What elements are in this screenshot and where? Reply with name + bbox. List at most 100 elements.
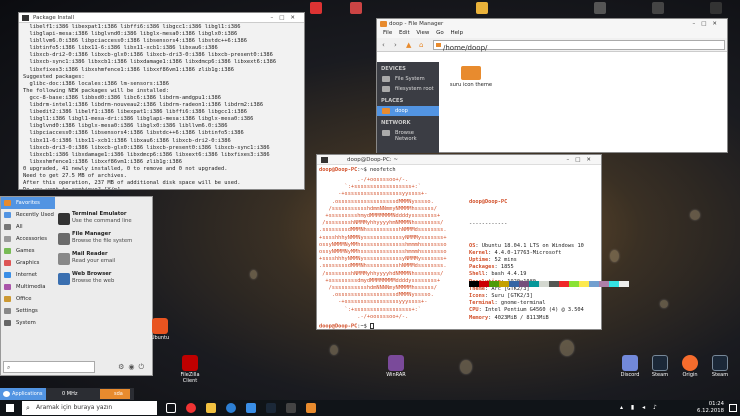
palette-swatch: [509, 281, 519, 287]
palette-swatch: [619, 281, 629, 287]
minimize-button[interactable]: –: [270, 15, 279, 21]
category-all[interactable]: All: [1, 221, 55, 233]
app-item[interactable]: Web Browser Browse the web: [56, 271, 152, 291]
category-games[interactable]: Games: [1, 245, 55, 257]
neofetch-terminal-window[interactable]: doop@Doop-PC: ~ –□✕ doop@Doop-PC:~$ neof…: [316, 154, 629, 331]
steam-taskbar-icon[interactable]: [266, 403, 276, 413]
taskbar-search-input[interactable]: ⌕ Aramak için buraya yazın: [22, 401, 157, 415]
windows-start-icon[interactable]: [6, 404, 14, 412]
logout-icon[interactable]: ⏻: [138, 363, 148, 371]
desktop-icon-steam[interactable]: Steam: [644, 355, 676, 378]
title-bar[interactable]: doop - File Manager –□✕: [377, 19, 727, 29]
desktop-icon-origin[interactable]: Origin: [674, 355, 706, 378]
app-list: Terminal Emulator Use the command line Fil…: [56, 211, 152, 291]
applications-button[interactable]: Applications: [0, 388, 46, 400]
category-icon: [4, 284, 11, 290]
network-icon: [382, 130, 390, 136]
app-icon[interactable]: [310, 2, 322, 14]
folder-item[interactable]: suru icon theme: [447, 66, 495, 88]
category-list: Favorites Recently Used All Accessories Game…: [1, 197, 55, 377]
sidebar-item-browse-network[interactable]: Browse Network: [377, 128, 439, 144]
title-bar[interactable]: doop@Doop-PC: ~ –□✕: [317, 155, 601, 165]
devices-heading: DEVICES: [381, 66, 406, 72]
category-system[interactable]: System: [1, 317, 55, 329]
sidebar-item-doop[interactable]: doop: [377, 106, 439, 116]
back-icon[interactable]: ‹: [382, 41, 385, 49]
close-button[interactable]: ✕: [290, 15, 301, 21]
sidebar-item-filesystem-root[interactable]: filesystem root: [377, 84, 439, 94]
close-button[interactable]: ✕: [712, 21, 723, 27]
terminal-taskbar-icon[interactable]: [286, 403, 296, 413]
category-accessories[interactable]: Accessories: [1, 233, 55, 245]
close-button[interactable]: ✕: [586, 157, 597, 163]
minimize-button[interactable]: –: [692, 21, 701, 27]
app-item[interactable]: Mail Reader Read your email: [56, 251, 152, 271]
sidebar-item-filesystem[interactable]: File System: [377, 74, 439, 84]
prompt-line: doop@Doop-PC:~$: [319, 323, 375, 331]
minimize-button[interactable]: –: [566, 157, 575, 163]
app-icon: [58, 273, 70, 285]
palette-swatch: [589, 281, 599, 287]
settings-icon[interactable]: ⚙: [118, 363, 128, 371]
app-icon[interactable]: [350, 2, 362, 14]
app-icon[interactable]: [476, 2, 488, 14]
category-settings[interactable]: Settings: [1, 305, 55, 317]
desktop-icon-discord[interactable]: Discord: [614, 355, 646, 378]
file-explorer-icon[interactable]: [206, 403, 216, 413]
category-favorites[interactable]: Favorites: [1, 197, 55, 209]
file-view[interactable]: suru icon theme: [439, 62, 727, 152]
xming-taskbar-icon[interactable]: [306, 403, 316, 413]
chrome-icon[interactable]: [186, 403, 196, 413]
top-desktop-icons: [306, 2, 738, 16]
category-icon: [4, 224, 11, 230]
maximize-button[interactable]: □: [279, 15, 290, 21]
system-tray[interactable]: ▴ ▮ ◂ ♪: [620, 404, 680, 412]
menu-search-input[interactable]: ⌕: [3, 361, 95, 373]
drive-icon: [382, 76, 390, 82]
ascii-logo: .-/+oossssoo+/-. `:+ssssssssssssssssss+:…: [319, 177, 447, 320]
category-recently-used[interactable]: Recently Used: [1, 209, 55, 221]
origin-icon: [682, 355, 698, 371]
forward-icon[interactable]: ›: [394, 41, 397, 49]
category-office[interactable]: Office: [1, 293, 55, 305]
category-icon: [4, 248, 11, 254]
desktop-icon-winrar[interactable]: WinRAR: [380, 355, 412, 378]
lock-icon[interactable]: ◉: [128, 363, 138, 371]
app-item[interactable]: File Manager Browse the file system: [56, 231, 152, 251]
app-icon[interactable]: [594, 2, 606, 14]
menu-bar[interactable]: File Edit View Go Help: [377, 29, 727, 38]
whisker-menu[interactable]: Favorites Recently Used All Accessories Game…: [0, 196, 153, 376]
package-install-window[interactable]: Package Install –□✕ libelf1:i386 libexpa…: [18, 12, 305, 190]
info-row: Uptime: 52 mins: [469, 257, 517, 264]
desktop-icon-steam-2[interactable]: Steam: [704, 355, 736, 378]
address-bar[interactable]: /home/doop/: [433, 40, 725, 52]
cursor: [370, 323, 375, 329]
desktop-icon-ubuntu[interactable]: Ubuntu: [144, 318, 176, 341]
terminal-output[interactable]: doop@Doop-PC:~$ neofetch .-/+oossssoo+/-…: [317, 165, 629, 331]
file-manager-window[interactable]: doop - File Manager –□✕ File Edit View G…: [376, 18, 728, 153]
task-view-icon[interactable]: [166, 403, 176, 413]
app-icon[interactable]: [710, 2, 722, 14]
up-icon[interactable]: ▲: [406, 41, 411, 49]
palette-swatch: [489, 281, 499, 287]
category-graphics[interactable]: Graphics: [1, 257, 55, 269]
notifications-icon[interactable]: [729, 404, 737, 412]
category-internet[interactable]: Internet: [1, 269, 55, 281]
app-icon: [58, 253, 70, 265]
store-icon[interactable]: [246, 403, 256, 413]
category-multimedia[interactable]: Multimedia: [1, 281, 55, 293]
maximize-button[interactable]: □: [701, 21, 712, 27]
app-icon[interactable]: [652, 2, 664, 14]
clock[interactable]: 01:24 6.12.2018: [697, 401, 724, 414]
terminal-task[interactable]: sda: [100, 389, 130, 399]
info-row: CPU: Intel Pentium G4560 (4) @ 3.504: [469, 307, 584, 314]
terminal-output[interactable]: libelf1:i386 libexpat1:i386 libffi6:i386…: [19, 23, 304, 189]
maximize-button[interactable]: □: [575, 157, 586, 163]
winrar-icon: [388, 355, 404, 371]
home-icon[interactable]: ⌂: [419, 41, 423, 49]
app-item[interactable]: Terminal Emulator Use the command line: [56, 211, 152, 231]
home-icon: [382, 108, 390, 114]
edge-icon[interactable]: [226, 403, 236, 413]
title-bar[interactable]: Package Install –□✕: [19, 13, 304, 23]
desktop-icon-filezilla[interactable]: FileZilla Client: [174, 355, 206, 384]
